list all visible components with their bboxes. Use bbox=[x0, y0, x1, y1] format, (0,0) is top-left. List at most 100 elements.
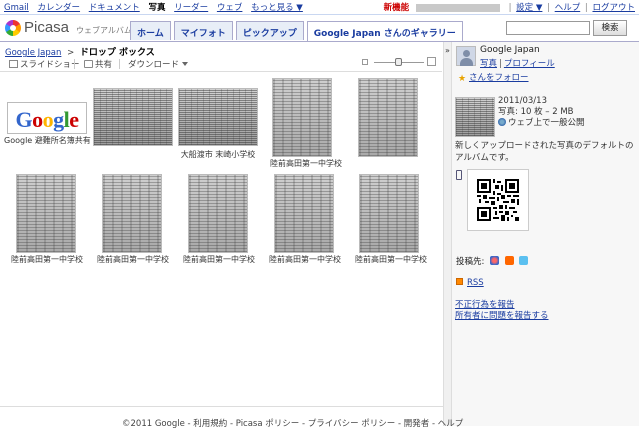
photo-item[interactable] bbox=[92, 88, 174, 158]
slideshow-label: スライドショー bbox=[20, 60, 80, 70]
album-cover-thumbnail[interactable] bbox=[455, 97, 495, 137]
share-label: 共有 bbox=[95, 60, 113, 70]
small-thumb-icon[interactable] bbox=[362, 59, 368, 65]
chevron-down-icon bbox=[182, 62, 189, 66]
album-title: ドロップ ボックス bbox=[79, 48, 155, 58]
account-email-redacted bbox=[415, 3, 500, 12]
search-input[interactable] bbox=[506, 21, 590, 35]
search-button[interactable]: 検索 bbox=[593, 20, 627, 36]
picasa-logo-subtitle: ウェブアルバム bbox=[76, 26, 132, 35]
photo-item[interactable]: Google Google 避難所名簿共有 bbox=[4, 78, 91, 158]
google-bar: Gmail カレンダー ドキュメント 写真 リーダー ウェブ もっと見る ▼ 新… bbox=[0, 0, 639, 14]
share-label: 投稿先: bbox=[456, 257, 485, 267]
rss-link[interactable]: RSS bbox=[456, 278, 484, 288]
sidebar-collapse-toggle[interactable]: » bbox=[443, 42, 452, 426]
gbar-docs[interactable]: ドキュメント bbox=[89, 3, 140, 13]
photo-thumbnail[interactable] bbox=[102, 174, 162, 253]
tab-home[interactable]: ホーム bbox=[130, 21, 171, 40]
photo-caption: Google 避難所名簿共有 bbox=[4, 136, 91, 145]
picasa-logo-text[interactable]: Picasa bbox=[24, 19, 69, 36]
photo-item[interactable]: 陸前高田第一中学校 bbox=[177, 174, 261, 266]
gbar-calendar[interactable]: カレンダー bbox=[38, 3, 81, 13]
breadcrumb-separator: > bbox=[67, 48, 75, 58]
gbar-gmail[interactable]: Gmail bbox=[4, 3, 29, 13]
avatar[interactable] bbox=[456, 46, 476, 66]
owner-links: 写真 | プロフィール bbox=[480, 59, 555, 69]
photo-item[interactable] bbox=[350, 78, 438, 158]
photo-item[interactable]: 陸前高田第一中学校 bbox=[91, 174, 175, 266]
photo-caption: 陸前高田第一中学校 bbox=[355, 255, 427, 264]
photo-thumbnail[interactable] bbox=[272, 78, 332, 157]
qr-code-icon bbox=[477, 179, 519, 221]
photo-caption: 陸前高田第一中学校 bbox=[270, 159, 342, 168]
album-date: 2011/03/13 bbox=[498, 96, 547, 106]
new-feature-link[interactable]: 新機能 bbox=[384, 3, 410, 13]
album-sidebar: Google Japan 写真 | プロフィール ★ さんをフォロー 2011/03/… bbox=[452, 42, 639, 426]
help-link[interactable]: ヘルプ bbox=[555, 3, 581, 13]
follow-star-icon: ★ bbox=[458, 74, 467, 84]
photo-thumbnail[interactable] bbox=[178, 88, 258, 146]
photo-caption: 陸前高田第一中学校 bbox=[269, 255, 341, 264]
photo-item[interactable]: 陸前高田第一中学校 bbox=[262, 78, 350, 170]
owner-profile-link[interactable]: プロフィール bbox=[504, 59, 555, 69]
slider-handle[interactable] bbox=[395, 58, 402, 66]
photo-caption: 陸前高田第一中学校 bbox=[183, 255, 255, 264]
google-buzz-icon[interactable] bbox=[490, 256, 500, 265]
photo-thumbnail[interactable] bbox=[274, 174, 334, 253]
globe-icon bbox=[498, 118, 506, 126]
follow-link[interactable]: ★ さんをフォロー bbox=[458, 71, 529, 84]
logout-link[interactable]: ログアウト bbox=[592, 3, 635, 13]
thumbnail-size-slider[interactable] bbox=[362, 57, 437, 68]
picasa-logo-icon[interactable] bbox=[5, 20, 21, 36]
photo-caption: 大船渡市 末崎小学校 bbox=[180, 150, 256, 159]
download-button[interactable]: ダウンロード bbox=[128, 58, 189, 70]
google-logo-text: Google bbox=[15, 107, 79, 132]
photo-item[interactable]: 陸前高田第一中学校 bbox=[263, 174, 347, 266]
google-logo-thumbnail[interactable]: Google bbox=[7, 102, 87, 134]
large-thumb-icon[interactable] bbox=[427, 57, 436, 66]
main-tabs: ホーム マイフォト ピックアップ Google Japan さんのギャラリー bbox=[130, 21, 466, 42]
album-description: 新しくアップロードされた写真のデフォルトのアルバムです。 bbox=[455, 141, 634, 163]
photo-item[interactable]: 陸前高田第一中学校 bbox=[348, 174, 434, 266]
gbar-services: Gmail カレンダー ドキュメント 写真 リーダー ウェブ もっと見る ▼ bbox=[4, 1, 309, 13]
owner-name: Google Japan bbox=[480, 45, 540, 55]
owner-photos-link[interactable]: 写真 bbox=[480, 59, 497, 69]
tab-featured[interactable]: ピックアップ bbox=[235, 21, 304, 40]
photo-item[interactable]: 大船渡市 末崎小学校 bbox=[177, 88, 259, 160]
rss-icon bbox=[456, 278, 463, 285]
photo-caption: 陸前高田第一中学校 bbox=[11, 255, 83, 264]
breadcrumb-owner[interactable]: Google Japan bbox=[5, 48, 61, 58]
gbar-more[interactable]: もっと見る ▼ bbox=[251, 3, 303, 13]
breadcrumb: Google Japan > ドロップ ボックス bbox=[5, 45, 155, 58]
gbar-photos[interactable]: 写真 bbox=[148, 3, 165, 13]
slideshow-icon bbox=[9, 60, 18, 68]
report-owner-link[interactable]: 所有者に問題を報告する bbox=[455, 311, 549, 322]
download-label: ダウンロード bbox=[128, 60, 180, 70]
album-visibility: ウェブ上で一般公開 bbox=[498, 118, 585, 129]
photo-thumbnail[interactable] bbox=[359, 174, 419, 253]
qr-code bbox=[467, 169, 529, 231]
photo-caption: 陸前高田第一中学校 bbox=[97, 255, 169, 264]
gbar-account: 新機能 | 設定 ▼ | ヘルプ | ログアウト bbox=[383, 3, 635, 13]
settings-menu[interactable]: 設定 ▼ bbox=[516, 3, 542, 13]
photo-thumbnail[interactable] bbox=[358, 78, 418, 157]
tab-gallery[interactable]: Google Japan さんのギャラリー bbox=[306, 21, 463, 42]
report-links: 不正行為を報告 所有者に問題を報告する bbox=[455, 300, 549, 322]
mobile-phone-icon bbox=[456, 170, 462, 180]
report-abuse-link[interactable]: 不正行為を報告 bbox=[455, 300, 549, 311]
photo-thumbnail[interactable] bbox=[16, 174, 76, 253]
album-info: 2011/03/13 写真: 10 枚 – 2 MB ウェブ上で一般公開 bbox=[498, 96, 585, 129]
share-button[interactable]: 共有 bbox=[84, 58, 112, 70]
gbar-web[interactable]: ウェブ bbox=[217, 3, 243, 13]
album-size: 写真: 10 枚 – 2 MB bbox=[498, 107, 574, 117]
photo-item[interactable]: 陸前高田第一中学校 bbox=[5, 174, 89, 266]
photo-thumbnail[interactable] bbox=[93, 88, 173, 146]
twitter-icon[interactable] bbox=[519, 256, 529, 265]
blogger-icon[interactable] bbox=[504, 256, 514, 265]
slideshow-button[interactable]: スライドショー bbox=[9, 58, 80, 70]
gbar-reader[interactable]: リーダー bbox=[174, 3, 208, 13]
envelope-icon bbox=[84, 60, 93, 68]
footer: ©2011 Google - 利用規約 - Picasa ポリシー - プライバ… bbox=[122, 419, 464, 429]
photo-thumbnail[interactable] bbox=[188, 174, 248, 253]
tab-my-photos[interactable]: マイフォト bbox=[173, 21, 233, 40]
